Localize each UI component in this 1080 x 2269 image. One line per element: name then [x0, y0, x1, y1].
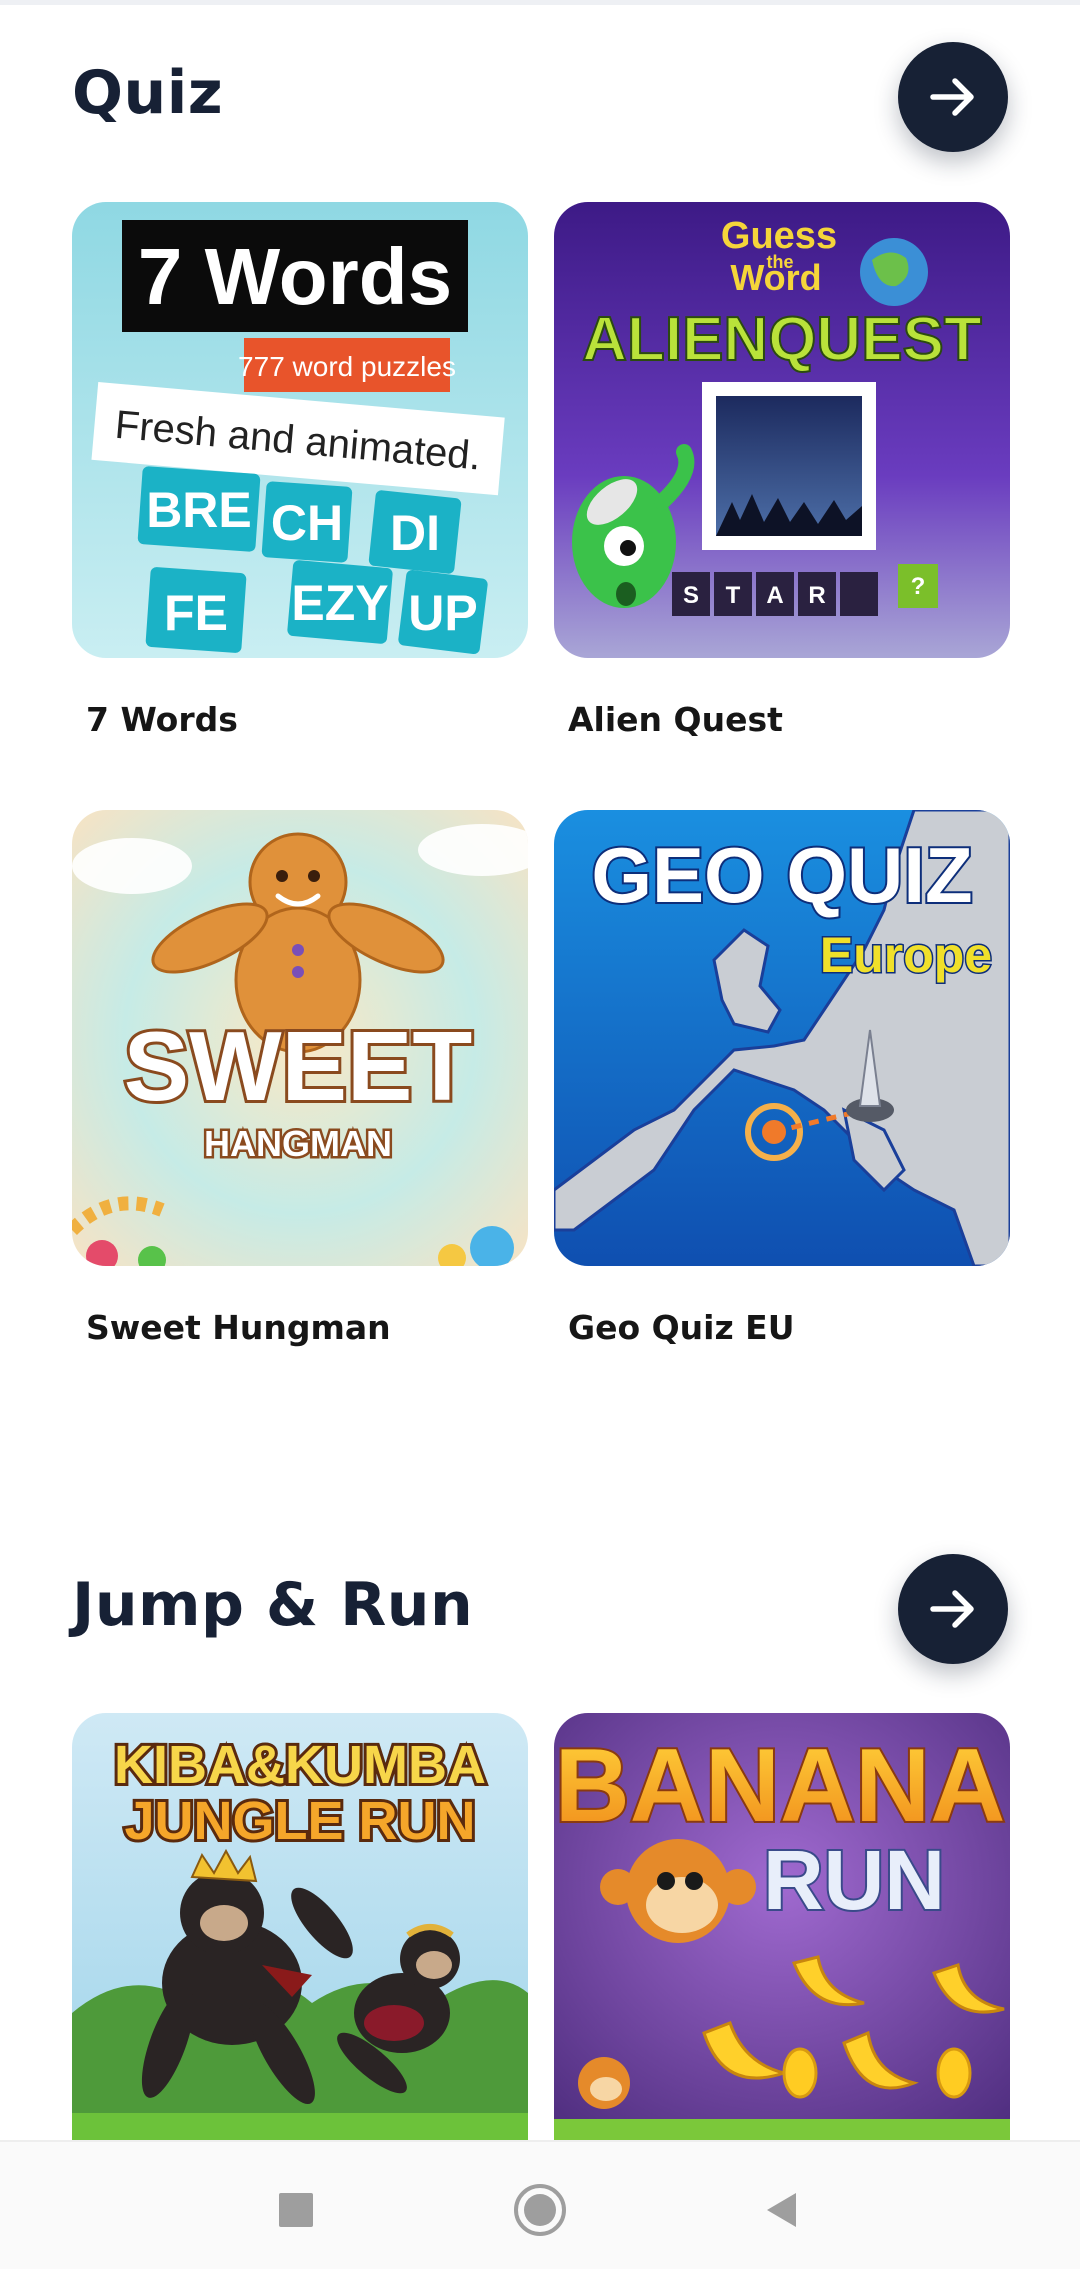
status-bar-edge: [0, 0, 1080, 5]
tile: BRE: [146, 482, 252, 538]
game-thumbnail: GEO QUIZ Europe: [554, 810, 1010, 1266]
game-title: 7 Words: [86, 700, 238, 739]
thumb-logo: ALIENQUEST: [582, 305, 982, 374]
letter-tile: S: [683, 582, 699, 609]
thumb-logo: SWEET: [124, 1011, 472, 1121]
tile: FE: [164, 585, 228, 641]
thumb-line3: Word: [730, 257, 821, 298]
home-button[interactable]: [510, 2180, 570, 2240]
see-all-jump-and-run-button[interactable]: [898, 1554, 1008, 1664]
thumb-line1: KIBA&KUMBA: [114, 1735, 486, 1795]
game-title: Alien Quest: [568, 700, 783, 739]
tile: UP: [408, 585, 477, 641]
section-title: Jump & Run: [72, 1570, 474, 1640]
game-thumbnail: Guess the Word ALIENQUEST S T A R ?: [554, 202, 1010, 658]
thumb-line2: JUNGLE RUN: [124, 1791, 475, 1851]
arrow-right-icon: [930, 78, 974, 116]
section-title: Quiz: [72, 58, 224, 128]
thumb-line1: Guess: [721, 215, 837, 257]
back-triangle-icon: [767, 2193, 796, 2227]
game-thumbnail: SWEET HANGMAN: [72, 810, 528, 1266]
tile: CH: [271, 495, 343, 551]
game-thumbnail: 7 Words 777 word puzzles Fresh and anima…: [72, 202, 528, 658]
arrow-right-icon: [930, 1590, 974, 1628]
tile: EZY: [291, 575, 388, 631]
hint-tile: ?: [911, 573, 926, 600]
system-nav-bar: [0, 2140, 1080, 2269]
recents-square-icon: [279, 2193, 313, 2227]
recents-button[interactable]: [266, 2180, 326, 2240]
game-title: Geo Quiz EU: [568, 1308, 795, 1347]
back-button[interactable]: [752, 2180, 812, 2240]
game-thumbnail: KIBA&KUMBA JUNGLE RUN: [72, 1713, 528, 2140]
thumb-tag: 777 word puzzles: [238, 351, 456, 382]
thumb-logo: GEO QUIZ: [591, 831, 972, 919]
letter-tile: T: [726, 582, 741, 609]
game-title: Sweet Hungman: [86, 1308, 391, 1347]
thumb-line2: RUN: [763, 1833, 945, 1927]
letter-tile: R: [808, 582, 825, 609]
thumb-sub: HANGMAN: [204, 1123, 392, 1164]
thumb-line1: BANANA: [555, 1728, 1006, 1844]
tile: DI: [390, 505, 440, 561]
game-thumbnail: BANANA RUN: [554, 1713, 1010, 2140]
see-all-quiz-button[interactable]: [898, 42, 1008, 152]
thumb-banner: 7 Words: [138, 232, 452, 321]
thumb-sub: Europe: [820, 927, 992, 983]
home-circle-icon: [514, 2184, 566, 2236]
letter-tile: A: [766, 582, 783, 609]
